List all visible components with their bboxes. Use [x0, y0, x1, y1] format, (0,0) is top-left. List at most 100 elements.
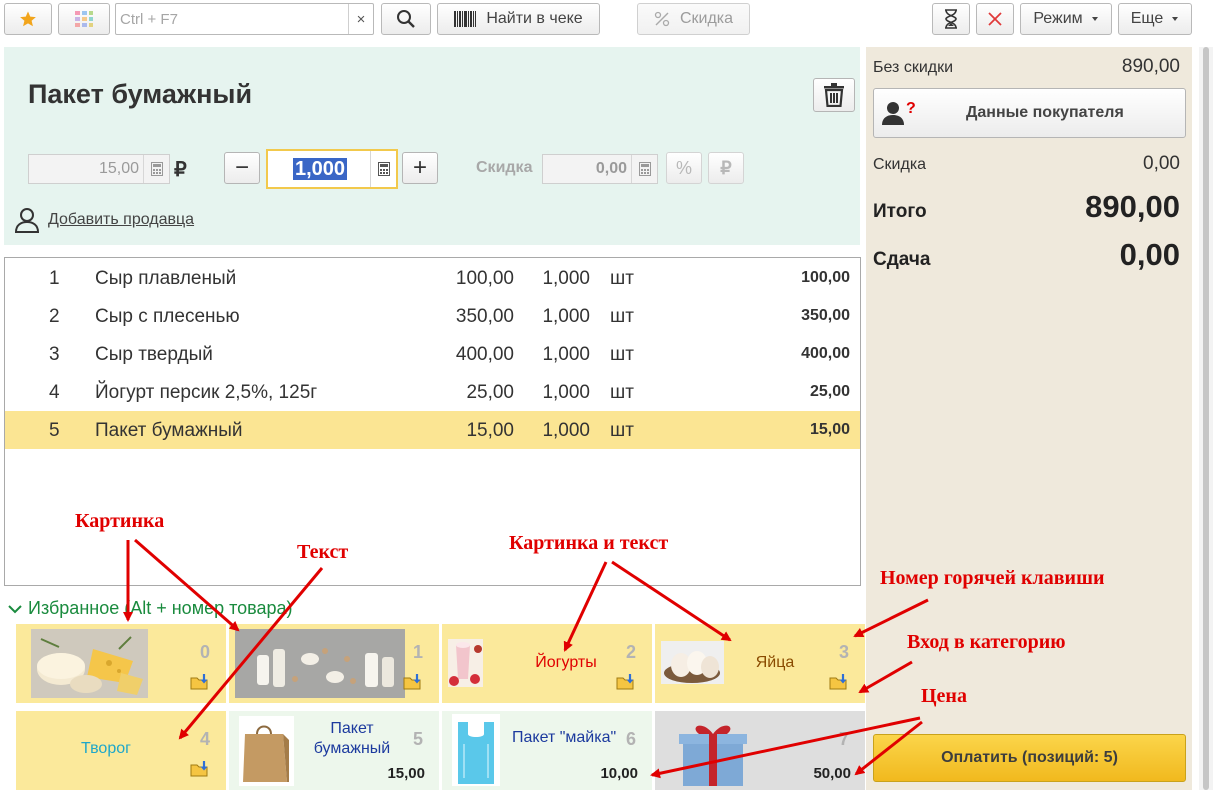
discount-total-label: Скидка [873, 156, 927, 173]
folder-enter-icon[interactable] [190, 761, 210, 782]
price-value: 15,00 [98, 160, 139, 177]
row-number: 2 [49, 306, 60, 327]
price-field[interactable]: 15,00 [28, 154, 170, 184]
calculator-icon[interactable] [143, 155, 169, 183]
row-number: 3 [49, 344, 60, 365]
search-field[interactable]: × [115, 3, 374, 35]
decrease-quantity-button[interactable]: − [224, 152, 260, 184]
tile-price: 15,00 [387, 765, 425, 782]
annotation-text: Текст [297, 541, 349, 563]
favorite-tile-5[interactable]: Пакет бумажный 5 15,00 [229, 711, 439, 790]
item-price: 25,00 [466, 382, 514, 403]
item-name: Сыр с плесенью [95, 306, 240, 327]
calculator-icon[interactable] [370, 151, 396, 187]
increase-quantity-button[interactable]: + [402, 152, 438, 184]
favorites-header[interactable]: Избранное (Alt + номер товара) [8, 598, 293, 619]
tile-price: 10,00 [600, 765, 638, 782]
tile-label: Пакет "майка" [512, 729, 617, 746]
item-price: 350,00 [455, 306, 514, 327]
more-dropdown-button[interactable]: Еще [1118, 3, 1192, 35]
change-label: Сдача [873, 249, 931, 270]
favorite-tile-0[interactable]: 0 [16, 624, 226, 703]
item-name: Сыр твердый [95, 344, 213, 365]
tile-label: Творог [81, 740, 131, 757]
search-button[interactable] [381, 3, 431, 35]
item-unit: шт [610, 268, 634, 289]
discount-toolbar-button[interactable]: Скидка [637, 3, 750, 35]
pay-button-label: Оплатить (позиций: 5) [941, 749, 1118, 766]
favorite-tile-4[interactable]: Творог 4 [16, 711, 226, 790]
current-product-panel: Пакет бумажный 15,00 ₽ − 1,000 + Скидка … [4, 47, 860, 245]
scrollbar[interactable] [1199, 47, 1213, 790]
pending-receipts-button[interactable] [932, 3, 970, 35]
dairy-image [235, 629, 405, 698]
plastic-bag-image [452, 714, 500, 786]
clear-search-button[interactable]: × [348, 4, 373, 34]
hotkey-number: 0 [199, 642, 210, 662]
item-discount-value: 0,00 [595, 160, 627, 177]
table-row[interactable]: 1 Сыр плавленый 100,00 1,000 шт 100,00 [5, 259, 860, 297]
trash-icon [824, 83, 844, 107]
cancel-receipt-button[interactable] [976, 3, 1014, 35]
quantity-field[interactable]: 1,000 [266, 149, 398, 189]
amount-discount-button[interactable]: ₽ [708, 152, 744, 184]
grid-icon [75, 11, 93, 27]
folder-enter-icon[interactable] [190, 674, 210, 695]
favorite-tile-6[interactable]: Пакет "майка" 6 10,00 [442, 711, 652, 790]
folder-enter-icon[interactable] [616, 674, 636, 695]
favorite-tile-1[interactable]: 1 [229, 624, 439, 703]
discount-total-value: 0,00 [1143, 153, 1180, 174]
receipt-summary-panel: Без скидки 890,00 ? Данные покупателя Ск… [866, 47, 1192, 790]
scrollbar-thumb[interactable] [1203, 47, 1209, 790]
delete-item-button[interactable] [813, 78, 855, 112]
more-label: Еще [1130, 10, 1164, 27]
table-row[interactable]: 4 Йогурт персик 2,5%, 125г 25,00 1,000 шт 25,… [5, 373, 860, 411]
percent-discount-button[interactable]: % [666, 152, 702, 184]
item-quantity: 1,000 [542, 306, 590, 327]
folder-enter-icon[interactable] [403, 674, 423, 695]
add-seller-link[interactable]: Добавить продавца [14, 207, 194, 233]
item-discount-field[interactable]: 0,00 [542, 154, 658, 184]
customer-data-button[interactable]: ? Данные покупателя [873, 88, 1186, 138]
tile-label: Пакет бумажный [313, 720, 391, 757]
favorite-tile-7[interactable]: 7 50,00 [655, 711, 865, 790]
catalog-grid-button[interactable] [58, 3, 110, 35]
subtotal-value: 890,00 [1121, 56, 1180, 77]
annotation-picture-and-text: Картинка и текст [509, 532, 669, 554]
dropdown-arrow-icon [1172, 17, 1179, 21]
mode-label: Режим [1033, 10, 1083, 27]
table-row[interactable]: 2 Сыр с плесенью 350,00 1,000 шт 350,00 [5, 297, 860, 335]
hotkey-number: 5 [412, 729, 423, 749]
row-number: 1 [49, 268, 60, 289]
find-in-receipt-label: Найти в чеке [486, 10, 583, 27]
item-price: 100,00 [455, 268, 514, 289]
table-row[interactable]: 3 Сыр твердый 400,00 1,000 шт 400,00 [5, 335, 860, 373]
tile-label: Яйца [755, 654, 795, 671]
calculator-icon[interactable] [631, 155, 657, 183]
customer-unknown-icon: ? [882, 99, 916, 132]
tile-price: 50,00 [813, 765, 851, 782]
toolbar: × Найти в чеке Скидка Режим Еще [0, 0, 1216, 40]
item-price: 15,00 [466, 420, 514, 441]
favorite-star-button[interactable] [4, 3, 52, 35]
folder-enter-icon[interactable] [829, 674, 849, 695]
barcode-icon [454, 11, 477, 27]
table-row[interactable]: 5 Пакет бумажный 15,00 1,000 шт 15,00 [5, 411, 860, 449]
item-name: Йогурт персик 2,5%, 125г [95, 382, 318, 403]
item-unit: шт [610, 306, 634, 327]
mode-dropdown-button[interactable]: Режим [1020, 3, 1112, 35]
favorite-tile-2[interactable]: Йогурты 2 [442, 624, 652, 703]
pay-button[interactable]: Оплатить (позиций: 5) [873, 734, 1186, 782]
search-input[interactable] [116, 4, 349, 34]
item-sum: 350,00 [801, 307, 850, 324]
annotation-enter-category: Вход в категорию [907, 631, 1066, 653]
annotation-price: Цена [921, 685, 967, 707]
find-in-receipt-button[interactable]: Найти в чеке [437, 3, 600, 35]
favorite-tile-3[interactable]: Яйца 3 [655, 624, 865, 703]
total-value: 890,00 [1085, 189, 1180, 224]
subtotal-line: Без скидки 890,00 [873, 56, 1180, 78]
star-icon [20, 11, 36, 27]
hotkey-number: 3 [838, 642, 849, 662]
quantity-value: 1,000 [293, 158, 348, 180]
item-sum: 100,00 [801, 269, 850, 286]
